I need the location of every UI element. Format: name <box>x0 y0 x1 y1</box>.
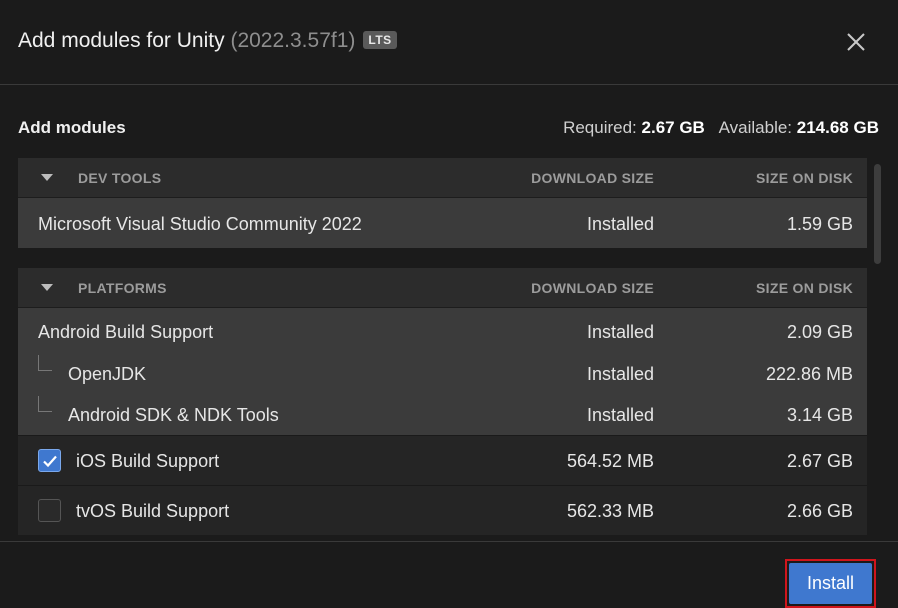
module-download-size: Installed <box>586 214 654 234</box>
module-row-android: Android Build Support Installed 2.09 GB <box>18 308 867 353</box>
module-name: Android SDK & NDK Tools <box>68 405 279 425</box>
module-name: Microsoft Visual Studio Community 2022 <box>38 214 362 234</box>
column-download-size: DOWNLOAD SIZE <box>531 170 654 186</box>
add-modules-heading: Add modules <box>18 118 126 137</box>
section-title: PLATFORMS <box>78 280 167 296</box>
tvos-checkbox[interactable] <box>38 499 61 522</box>
tree-connector <box>38 355 52 371</box>
module-disk-size: 2.09 GB <box>786 322 853 342</box>
module-download-size: 564.52 MB <box>566 451 654 471</box>
version-text: (2022.3.57f1) <box>230 29 356 52</box>
module-name: Android Build Support <box>38 322 214 342</box>
checkmark-icon <box>43 455 57 468</box>
scrollbar-thumb[interactable] <box>874 164 881 264</box>
module-disk-size: 222.86 MB <box>765 364 853 384</box>
dev-tools-header[interactable]: DEV TOOLS DOWNLOAD SIZE SIZE ON DISK <box>18 158 867 198</box>
module-disk-size: 2.67 GB <box>786 451 853 471</box>
dialog-header: Add modules for Unity (2022.3.57f1) LTS <box>0 0 898 85</box>
dialog-footer: Install <box>0 541 898 608</box>
module-name: tvOS Build Support <box>76 501 230 521</box>
chevron-down-icon[interactable] <box>41 284 53 291</box>
module-download-size: Installed <box>586 364 654 384</box>
module-name: OpenJDK <box>68 364 147 384</box>
dialog-title: Add modules for Unity (2022.3.57f1) LTS <box>18 29 397 53</box>
module-disk-size: 1.59 GB <box>786 214 853 234</box>
module-row-android-sdk-ndk: Android SDK & NDK Tools Installed 3.14 G… <box>18 394 867 435</box>
module-download-size: Installed <box>586 405 654 425</box>
chevron-down-icon[interactable] <box>41 174 53 181</box>
module-row-openjdk: OpenJDK Installed 222.86 MB <box>18 353 867 394</box>
ios-checkbox[interactable] <box>38 449 61 472</box>
column-size-on-disk: SIZE ON DISK <box>756 170 853 186</box>
module-row-ios[interactable]: iOS Build Support 564.52 MB 2.67 GB <box>18 435 867 485</box>
module-row-visual-studio: Microsoft Visual Studio Community 2022 I… <box>18 198 867 248</box>
tree-connector <box>38 396 52 412</box>
module-download-size: Installed <box>586 322 654 342</box>
module-download-size: 562.33 MB <box>566 501 654 521</box>
size-summary: Required: 2.67 GB Available: 214.68 GB <box>563 118 879 138</box>
required-value: 2.67 GB <box>641 118 705 137</box>
column-size-on-disk: SIZE ON DISK <box>756 280 853 296</box>
close-icon <box>847 33 865 51</box>
available-value: 214.68 GB <box>796 118 879 137</box>
close-button[interactable] <box>843 29 869 55</box>
title-text: Add modules for Unity <box>18 29 225 52</box>
section-title: DEV TOOLS <box>78 170 162 186</box>
required-label: Required: <box>563 118 637 137</box>
module-disk-size: 2.66 GB <box>786 501 853 521</box>
module-row-tvos[interactable]: tvOS Build Support 562.33 MB 2.66 GB <box>18 485 867 535</box>
module-name: iOS Build Support <box>76 451 220 471</box>
lts-badge: LTS <box>363 31 397 49</box>
install-button[interactable]: Install <box>789 563 872 604</box>
platforms-section: PLATFORMS DOWNLOAD SIZE SIZE ON DISK And… <box>18 268 867 535</box>
platforms-header[interactable]: PLATFORMS DOWNLOAD SIZE SIZE ON DISK <box>18 268 867 308</box>
modules-content: Add modules Required: 2.67 GB Available:… <box>0 86 898 541</box>
dev-tools-section: DEV TOOLS DOWNLOAD SIZE SIZE ON DISK Mic… <box>18 158 867 248</box>
column-download-size: DOWNLOAD SIZE <box>531 280 654 296</box>
install-highlight: Install <box>785 559 876 608</box>
module-disk-size: 3.14 GB <box>786 405 853 425</box>
available-label: Available: <box>718 118 793 137</box>
